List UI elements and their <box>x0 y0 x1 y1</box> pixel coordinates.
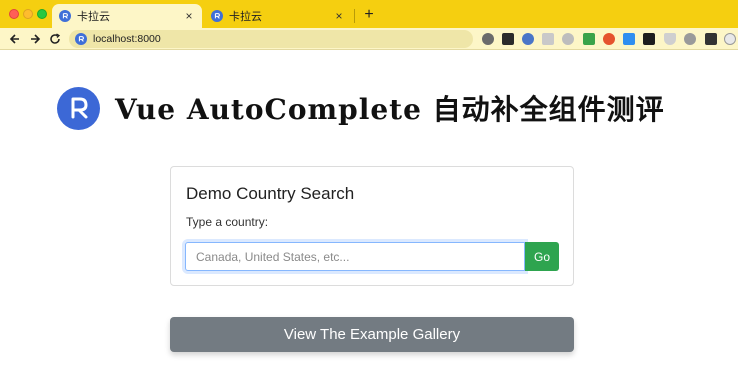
tab-karayun-2[interactable]: 卡拉云 × <box>204 4 352 28</box>
tab-separator <box>354 9 355 23</box>
tab-close-icon[interactable]: × <box>332 9 346 23</box>
tab-karayun-1[interactable]: 卡拉云 × <box>52 4 202 28</box>
page-header: Vue AutoComplete 自动补全组件测评 <box>57 86 665 130</box>
site-info-icon[interactable] <box>75 33 87 45</box>
ext-icon-7[interactable] <box>603 33 615 45</box>
page-title: Vue AutoComplete 自动补全组件测评 <box>115 93 665 126</box>
zoom-window-button[interactable] <box>37 9 47 19</box>
karayun-favicon-icon <box>211 10 223 22</box>
browser-toolbar: localhost:8000 <box>0 28 738 50</box>
back-icon[interactable] <box>6 30 24 48</box>
ext-icon-8[interactable] <box>623 33 635 45</box>
mail-icon[interactable] <box>542 33 554 45</box>
puzzle-icon[interactable] <box>705 33 717 45</box>
profile-icon[interactable] <box>724 33 736 45</box>
ext-icon-1[interactable] <box>482 33 494 45</box>
grid-icon[interactable] <box>583 33 595 45</box>
shield-icon[interactable] <box>664 33 676 45</box>
ext-icon-5[interactable] <box>562 33 574 45</box>
forward-icon[interactable] <box>26 30 44 48</box>
reload-icon[interactable] <box>46 30 64 48</box>
tab-title: 卡拉云 <box>77 11 110 23</box>
close-window-button[interactable] <box>9 9 19 19</box>
karayun-logo-icon <box>57 86 100 130</box>
ext-icon-3[interactable] <box>522 33 534 45</box>
country-input-label: Type a country: <box>186 215 269 229</box>
card-title: Demo Country Search <box>186 184 355 203</box>
ext-icon-9[interactable] <box>643 33 655 45</box>
view-gallery-button[interactable]: View The Example Gallery <box>170 317 574 352</box>
go-button[interactable]: Go <box>525 242 559 271</box>
demo-search-card: Demo Country Search Type a country: Go <box>170 166 574 286</box>
address-url: localhost:8000 <box>93 33 161 45</box>
minimize-window-button[interactable] <box>23 9 33 19</box>
karayun-favicon-icon <box>59 10 71 22</box>
tab-close-icon[interactable]: × <box>182 9 196 23</box>
address-bar[interactable]: localhost:8000 <box>69 30 473 48</box>
ext-icon-2[interactable] <box>502 33 514 45</box>
browser-tabstrip: 卡拉云 × 卡拉云 × + <box>0 0 738 28</box>
tab-title: 卡拉云 <box>229 11 262 23</box>
new-tab-button[interactable]: + <box>361 6 377 24</box>
country-search-input[interactable] <box>185 242 525 271</box>
ext-icon-11[interactable] <box>684 33 696 45</box>
